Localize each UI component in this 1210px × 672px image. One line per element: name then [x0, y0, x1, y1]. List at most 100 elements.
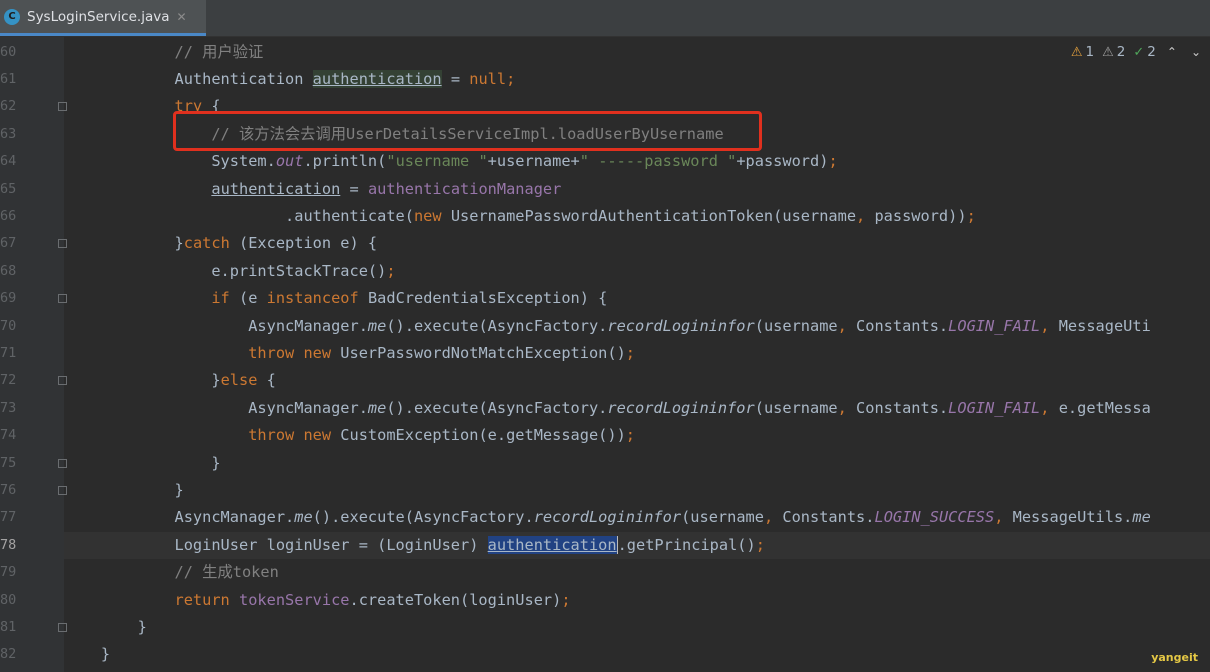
code-token: recordLogininfor	[533, 508, 682, 527]
code-token: LOGIN_FAIL	[948, 316, 1041, 335]
line-number[interactable]: 64	[0, 148, 16, 175]
code-text: AsyncManager.me().execute(AsyncFactory.r…	[64, 504, 1151, 531]
line-number[interactable]: 60	[0, 39, 16, 66]
code-text: }	[64, 477, 184, 504]
code-token: ,	[763, 508, 783, 527]
code-line[interactable]: }catch (Exception e) {	[64, 230, 1210, 257]
line-number[interactable]: 82	[0, 641, 16, 668]
code-line[interactable]: Authentication authentication = null;	[64, 66, 1210, 93]
code-token: password))	[874, 206, 967, 225]
line-number[interactable]: 61	[0, 66, 16, 93]
code-token: CustomException(e.getMessage())	[340, 426, 626, 445]
line-number[interactable]: 76	[0, 477, 16, 504]
line-number-gutter[interactable]: 60 61 62 63 64 65 66 67 68 69 70 71 72 73 74 75 76 77 78 79…	[0, 37, 67, 672]
code-token: ;	[828, 152, 838, 171]
annotation-highlight-box	[173, 111, 762, 151]
code-line[interactable]: throw new CustomException(e.getMessage()…	[64, 422, 1210, 449]
line-number[interactable]: 74	[0, 422, 16, 449]
line-number[interactable]: 67	[0, 230, 16, 257]
code-token: UsernamePasswordAuthenticationToken(user…	[450, 206, 857, 225]
line-number[interactable]: 81	[0, 614, 16, 641]
code-line[interactable]: return tokenService.createToken(loginUse…	[64, 587, 1210, 614]
code-token: }	[64, 453, 221, 472]
line-number[interactable]: 68	[0, 258, 16, 285]
code-line[interactable]: LoginUser loginUser = (LoginUser) authen…	[64, 531, 1210, 560]
code-token: AsyncManager.	[64, 398, 368, 417]
code-token: " -----password "	[579, 152, 737, 171]
code-token: }	[64, 480, 184, 499]
code-token: +password)	[736, 152, 829, 171]
code-token: authentication	[211, 179, 341, 198]
warnings-indicator[interactable]: ⚠ 1	[1071, 44, 1094, 60]
typo-check-icon: ✓	[1133, 44, 1145, 60]
code-line[interactable]: e.printStackTrace();	[64, 258, 1210, 285]
code-line[interactable]: }	[64, 641, 1210, 668]
code-token: MessageUtils.	[1012, 508, 1133, 527]
line-number[interactable]: 72	[0, 367, 16, 394]
code-text: authentication = authenticationManager	[64, 176, 561, 203]
code-token: .println(	[303, 152, 387, 171]
code-line[interactable]: if (e instanceof BadCredentialsException…	[64, 285, 1210, 312]
code-token: ,	[856, 206, 875, 225]
typos-indicator[interactable]: ✓ 2	[1133, 44, 1156, 60]
code-line[interactable]: AsyncManager.me().execute(AsyncFactory.r…	[64, 395, 1210, 422]
code-token: Constants.	[782, 508, 875, 527]
code-line[interactable]: }else {	[64, 367, 1210, 394]
code-line[interactable]: AsyncManager.me().execute(AsyncFactory.r…	[64, 313, 1210, 340]
code-line[interactable]: .authenticate(new UsernamePasswordAuthen…	[64, 203, 1210, 230]
code-line[interactable]: throw new UserPasswordNotMatchException(…	[64, 340, 1210, 367]
line-number[interactable]: 73	[0, 395, 16, 422]
code-text: // 生成token	[64, 559, 279, 586]
code-token: catch	[183, 234, 239, 253]
line-number[interactable]: 75	[0, 450, 16, 477]
line-number[interactable]: 69	[0, 285, 16, 312]
code-line[interactable]: authentication = authenticationManager	[64, 176, 1210, 203]
code-token: =	[441, 69, 470, 88]
code-text: return tokenService.createToken(loginUse…	[64, 587, 571, 614]
code-token: LoginUser loginUser = (LoginUser)	[64, 535, 488, 554]
code-token: out	[275, 152, 304, 171]
line-number[interactable]: 79	[0, 559, 16, 586]
code-token: (username	[754, 316, 838, 335]
code-token: ,	[837, 398, 857, 417]
line-number[interactable]: 77	[0, 504, 16, 531]
code-token: else	[220, 371, 267, 390]
line-number[interactable]: 78	[0, 532, 16, 559]
line-number[interactable]: 65	[0, 176, 16, 203]
typos-count: 2	[1147, 44, 1156, 60]
code-token: }	[64, 371, 221, 390]
line-number[interactable]: 80	[0, 587, 16, 614]
code-line[interactable]: }	[64, 614, 1210, 641]
code-line[interactable]: // 生成token	[64, 559, 1210, 586]
code-token: if	[64, 289, 239, 308]
code-token: tokenService	[238, 590, 350, 609]
code-line[interactable]: AsyncManager.me().execute(AsyncFactory.r…	[64, 504, 1210, 531]
code-line[interactable]: // 用户验证	[64, 39, 1210, 66]
line-number[interactable]: 63	[0, 121, 16, 148]
weak-warnings-count: 2	[1116, 44, 1126, 60]
code-token: ;	[966, 206, 976, 225]
weak-warnings-indicator[interactable]: ⚠ 2	[1102, 44, 1125, 60]
line-number[interactable]: 66	[0, 203, 16, 230]
line-number[interactable]: 71	[0, 340, 16, 367]
chevron-up-icon[interactable]: ⌃	[1164, 45, 1180, 59]
chevron-down-icon[interactable]: ⌄	[1188, 45, 1204, 59]
code-line[interactable]: }	[64, 477, 1210, 504]
line-number[interactable]: 62	[0, 93, 16, 120]
code-token: AsyncManager.	[64, 316, 368, 335]
code-token: Authentication	[64, 69, 313, 88]
code-token: ,	[994, 508, 1013, 527]
code-token: e.printStackTrace()	[64, 261, 387, 280]
code-token: ;	[625, 426, 636, 445]
code-text: }	[64, 450, 221, 477]
line-number[interactable]: 70	[0, 313, 16, 340]
code-token: (username	[754, 398, 838, 417]
tab-sysloginservice[interactable]: C SysLoginService.java ✕	[0, 0, 206, 36]
close-icon[interactable]: ✕	[176, 10, 186, 24]
code-line[interactable]: }	[64, 450, 1210, 477]
watermark: yangeit	[1151, 651, 1198, 664]
warning-icon: ⚠	[1070, 44, 1083, 60]
code-token: ;	[625, 343, 636, 362]
code-line[interactable]: System.out.println("username "+username+…	[64, 148, 1210, 175]
inspection-widget[interactable]: ⚠ 1 ⚠ 2 ✓ 2 ⌃ ⌄	[1071, 41, 1204, 63]
